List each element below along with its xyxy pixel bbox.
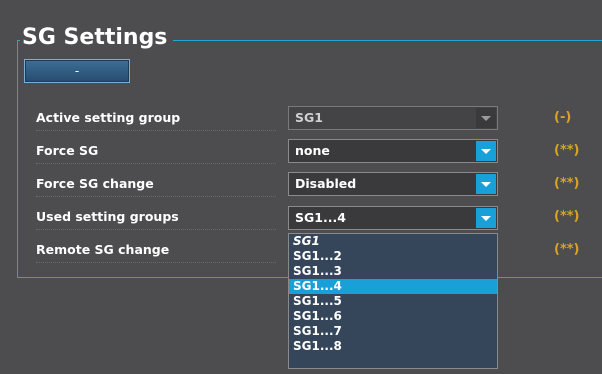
used-setting-groups-label: Used setting groups <box>36 205 276 230</box>
dropdown-option[interactable]: SG1...6 <box>289 309 497 324</box>
force-sg-badge: (**) <box>554 143 580 158</box>
force-sg-change-label: Force SG change <box>36 172 276 197</box>
used-setting-groups-dropdown: SG1 SG1...2 SG1...3 SG1...4 SG1...5 SG1.… <box>288 233 498 369</box>
dropdown-option[interactable]: SG1...5 <box>289 294 497 309</box>
remote-sg-change-label: Remote SG change <box>36 238 276 263</box>
chevron-down-icon <box>476 108 496 128</box>
dropdown-option-selected[interactable]: SG1...4 <box>289 279 497 294</box>
force-sg-select[interactable]: none <box>288 139 498 163</box>
force-sg-value: none <box>295 143 330 158</box>
active-setting-group-badge: (-) <box>554 110 572 125</box>
dropdown-option[interactable]: SG1...2 <box>289 249 497 264</box>
chevron-down-icon[interactable] <box>476 141 496 161</box>
dropdown-option[interactable]: SG1 <box>289 234 497 249</box>
dropdown-option[interactable]: SG1...3 <box>289 264 497 279</box>
page-title: SG Settings <box>20 23 174 53</box>
force-sg-label: Force SG <box>36 139 276 164</box>
active-setting-group-select: SG1 <box>288 106 498 130</box>
active-setting-group-value: SG1 <box>295 110 323 125</box>
chevron-down-icon[interactable] <box>476 174 496 194</box>
force-sg-change-value: Disabled <box>295 176 357 191</box>
used-setting-groups-value: SG1...4 <box>295 210 346 225</box>
used-setting-groups-select[interactable]: SG1...4 <box>288 206 498 230</box>
dropdown-option[interactable]: SG1...8 <box>289 339 497 354</box>
active-setting-group-label: Active setting group <box>36 106 276 131</box>
remote-sg-change-badge: (**) <box>554 242 580 257</box>
dropdown-option[interactable]: SG1...7 <box>289 324 497 339</box>
force-sg-change-select[interactable]: Disabled <box>288 172 498 196</box>
collapse-button[interactable]: - <box>24 59 130 83</box>
used-setting-groups-badge: (**) <box>554 209 580 224</box>
force-sg-change-badge: (**) <box>554 176 580 191</box>
chevron-down-icon[interactable] <box>476 208 496 228</box>
